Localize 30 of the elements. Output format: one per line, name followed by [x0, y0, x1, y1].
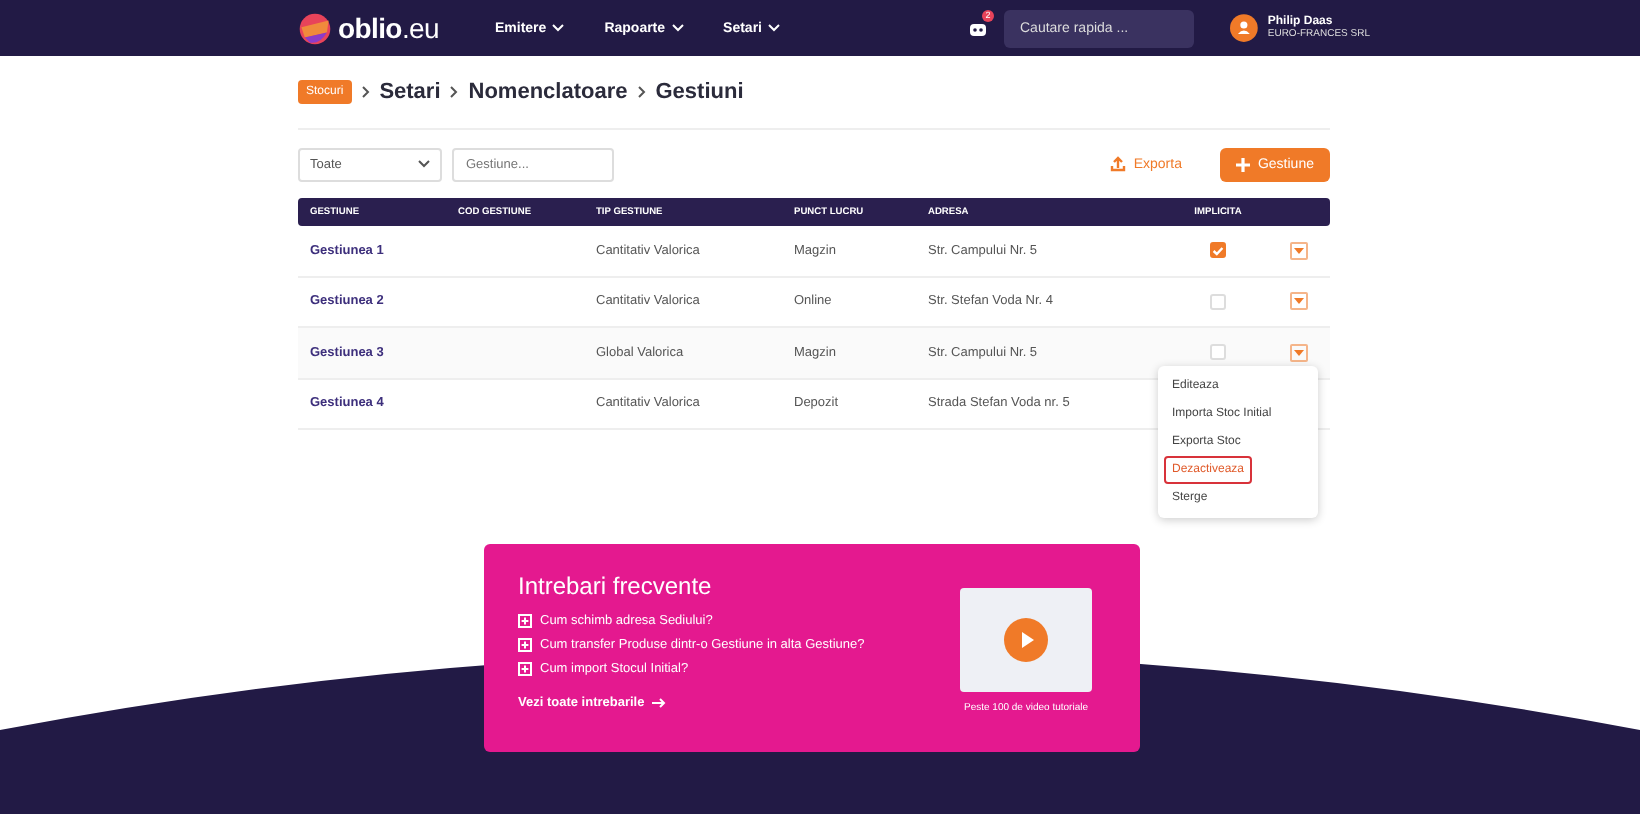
upload-icon — [1109, 156, 1126, 172]
caret-down-icon — [1293, 298, 1303, 305]
checkbox[interactable] — [1210, 242, 1226, 259]
chevron-down-icon — [418, 160, 430, 168]
plus-box-icon — [518, 638, 532, 652]
play-icon[interactable] — [1004, 618, 1048, 662]
chevron-icon — [450, 86, 459, 98]
robot-icon[interactable] — [968, 19, 988, 37]
video-thumbnail[interactable] — [960, 588, 1092, 692]
dropdown-toggle[interactable] — [1289, 292, 1307, 311]
arrow-right-icon — [652, 698, 667, 708]
chevron-down-icon — [768, 24, 780, 32]
faq-title: Intrebari frecvente — [518, 572, 714, 600]
logo-text[interactable]: oblio.eu — [338, 12, 439, 44]
plus-box-icon — [518, 662, 532, 676]
breadcrumb-item[interactable]: Setari — [379, 80, 441, 104]
breadcrumb-item[interactable]: Gestiuni — [655, 80, 744, 104]
chevron-icon — [361, 86, 370, 98]
chevron-down-icon — [671, 24, 684, 32]
logo-icon[interactable] — [298, 11, 332, 45]
dropdown-toggle[interactable] — [1289, 241, 1307, 260]
avatar-icon[interactable] — [1230, 14, 1258, 42]
caret-down-icon — [1293, 247, 1303, 254]
breadcrumb-item[interactable]: Nomenclatoare — [468, 80, 628, 104]
plus-icon — [1235, 157, 1250, 171]
plus-box-icon — [518, 614, 532, 628]
dropdown-toggle[interactable] — [1289, 343, 1307, 362]
caret-down-icon — [1293, 349, 1303, 356]
chevron-down-icon — [552, 24, 565, 32]
chevron-icon — [637, 86, 646, 98]
